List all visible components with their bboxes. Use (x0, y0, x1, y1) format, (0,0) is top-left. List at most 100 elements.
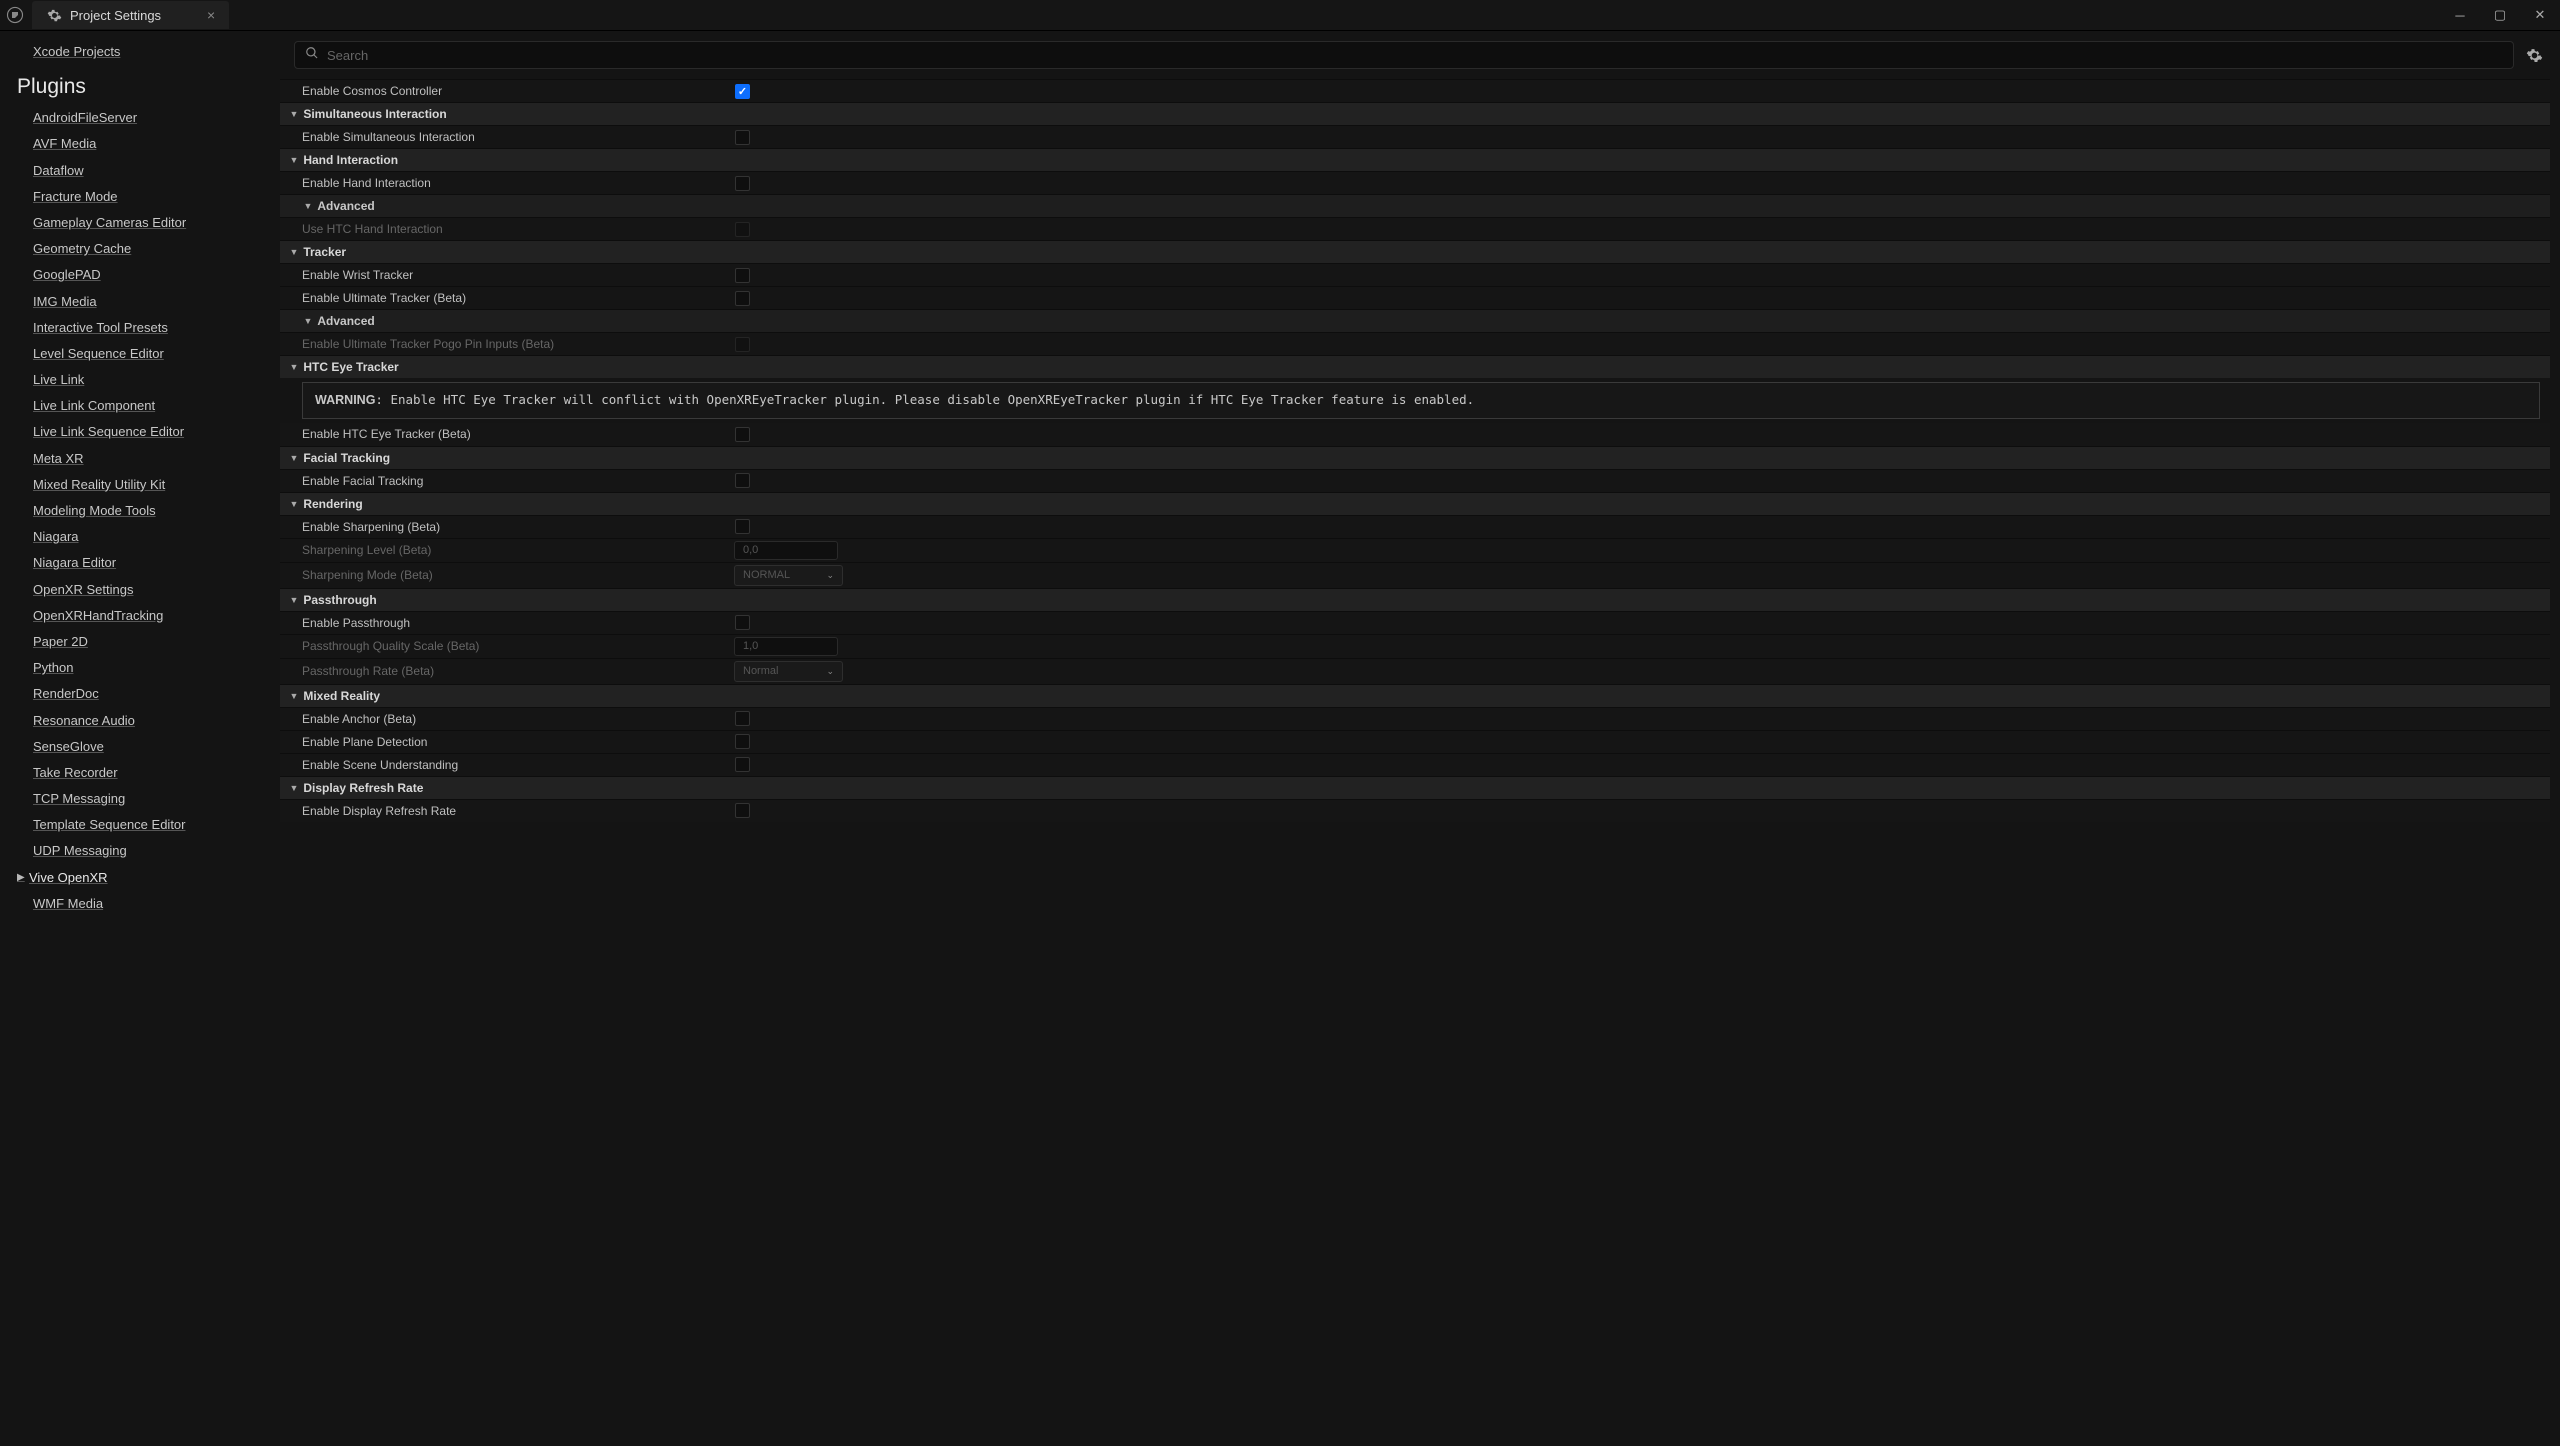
checkbox-enable-plane[interactable] (735, 734, 750, 749)
collapse-arrow-icon[interactable]: ▼ (288, 362, 300, 372)
collapse-arrow-icon[interactable]: ▼ (288, 453, 300, 463)
tab-title: Project Settings (70, 8, 161, 23)
prop-label: Enable Cosmos Controller (280, 84, 442, 98)
collapse-arrow-icon[interactable]: ▼ (302, 201, 314, 211)
checkbox-enable-passthrough[interactable] (735, 615, 750, 630)
settings-rows[interactable]: Enable Cosmos Controller ▼ Simultaneous … (280, 79, 2560, 1446)
maximize-button[interactable]: ▢ (2480, 0, 2520, 30)
collapse-arrow-icon[interactable]: ▼ (288, 247, 300, 257)
sidebar-item[interactable]: Live Link (33, 367, 280, 393)
checkbox-enable-facial[interactable] (735, 473, 750, 488)
sidebar-item[interactable]: RenderDoc (33, 681, 280, 707)
checkbox-enable-eye[interactable] (735, 427, 750, 442)
prop-label: Enable HTC Eye Tracker (Beta) (280, 427, 471, 441)
sidebar-item[interactable]: Take Recorder (33, 760, 280, 786)
sidebar-item[interactable]: Modeling Mode Tools (33, 498, 280, 524)
prop-label: Enable Wrist Tracker (280, 268, 413, 282)
collapse-arrow-icon[interactable]: ▼ (302, 316, 314, 326)
subcategory-label: Advanced (317, 314, 374, 328)
checkbox-enable-hand[interactable] (735, 176, 750, 191)
prop-label: Enable Ultimate Tracker Pogo Pin Inputs … (280, 337, 554, 351)
sidebar-item[interactable]: Live Link Component (33, 393, 280, 419)
category-label: HTC Eye Tracker (303, 360, 398, 374)
checkbox-enable-sharpening[interactable] (735, 519, 750, 534)
settings-gear-button[interactable] (2522, 43, 2546, 67)
checkbox-enable-ultimate[interactable] (735, 291, 750, 306)
sidebar-item[interactable]: Paper 2D (33, 629, 280, 655)
sidebar-item-label: Vive OpenXR (29, 869, 108, 887)
sidebar-item[interactable]: SenseGlove (33, 734, 280, 760)
collapse-arrow-icon[interactable]: ▼ (288, 595, 300, 605)
sidebar-item[interactable]: AndroidFileServer (33, 105, 280, 131)
gear-icon (46, 7, 62, 23)
checkbox-enable-simultaneous[interactable] (735, 130, 750, 145)
sidebar-section-plugins: Plugins (17, 75, 280, 99)
sidebar-item[interactable]: Interactive Tool Presets (33, 315, 280, 341)
checkbox-enable-pogo (735, 337, 750, 352)
category-label: Mixed Reality (303, 689, 380, 703)
sidebar-item[interactable]: Niagara Editor (33, 550, 280, 576)
sidebar-item[interactable]: Resonance Audio (33, 708, 280, 734)
checkbox-enable-display-refresh[interactable] (735, 803, 750, 818)
warning-message: WARNING: Enable HTC Eye Tracker will con… (302, 382, 2540, 419)
sidebar-item[interactable]: IMG Media (33, 289, 280, 315)
sidebar-item[interactable]: UDP Messaging (33, 838, 280, 864)
category-label: Hand Interaction (303, 153, 398, 167)
prop-label: Passthrough Quality Scale (Beta) (280, 639, 479, 653)
collapse-arrow-icon[interactable]: ▼ (288, 499, 300, 509)
search-field[interactable] (327, 48, 2503, 63)
settings-panel: Enable Cosmos Controller ▼ Simultaneous … (280, 31, 2560, 1446)
checkbox-enable-cosmos[interactable] (735, 84, 750, 99)
sidebar-item[interactable]: WMF Media (33, 891, 280, 917)
window-controls: ─ ▢ ✕ (2440, 0, 2560, 30)
sidebar-item[interactable]: Meta XR (33, 446, 280, 472)
category-sidebar[interactable]: Xcode Projects Plugins AndroidFileServer… (0, 31, 280, 1446)
category-label: Display Refresh Rate (303, 781, 423, 795)
sidebar-item[interactable]: TCP Messaging (33, 786, 280, 812)
sidebar-item[interactable]: Geometry Cache (33, 236, 280, 262)
sidebar-item-xcode[interactable]: Xcode Projects (33, 39, 280, 65)
collapse-arrow-icon[interactable]: ▼ (288, 691, 300, 701)
checkbox-enable-scene[interactable] (735, 757, 750, 772)
prop-label: Enable Ultimate Tracker (Beta) (280, 291, 466, 305)
collapse-arrow-icon[interactable]: ▼ (288, 109, 300, 119)
prop-label: Passthrough Rate (Beta) (280, 664, 434, 678)
minimize-button[interactable]: ─ (2440, 0, 2480, 30)
checkbox-use-htc-hand (735, 222, 750, 237)
sidebar-item[interactable]: Template Sequence Editor (33, 812, 280, 838)
sidebar-item[interactable]: Fracture Mode (33, 184, 280, 210)
sidebar-item[interactable]: Niagara (33, 524, 280, 550)
ue-logo-icon (0, 0, 30, 30)
sidebar-item[interactable]: OpenXR Settings (33, 577, 280, 603)
prop-label: Enable Sharpening (Beta) (280, 520, 440, 534)
sidebar-item[interactable]: GooglePAD (33, 262, 280, 288)
collapse-arrow-icon[interactable]: ▼ (288, 783, 300, 793)
dropdown-passthrough-rate: Normal⌄ (734, 661, 843, 682)
sidebar-item[interactable]: Live Link Sequence Editor (33, 419, 280, 445)
category-label: Rendering (303, 497, 362, 511)
triangle-right-icon: ▶ (17, 871, 25, 885)
sidebar-item[interactable]: Python (33, 655, 280, 681)
tab-project-settings[interactable]: Project Settings × (32, 1, 229, 29)
checkbox-enable-wrist[interactable] (735, 268, 750, 283)
collapse-arrow-icon[interactable]: ▼ (288, 155, 300, 165)
sidebar-item[interactable]: AVF Media (33, 131, 280, 157)
prop-label: Enable Simultaneous Interaction (280, 130, 475, 144)
checkbox-enable-anchor[interactable] (735, 711, 750, 726)
category-label: Passthrough (303, 593, 376, 607)
close-button[interactable]: ✕ (2520, 0, 2560, 30)
sidebar-item[interactable]: Gameplay Cameras Editor (33, 210, 280, 236)
sidebar-item[interactable]: Mixed Reality Utility Kit (33, 472, 280, 498)
tab-close-icon[interactable]: × (207, 7, 215, 23)
sidebar-item-selected[interactable]: ▶ Vive OpenXR (17, 865, 280, 891)
sidebar-item[interactable]: Dataflow (33, 158, 280, 184)
category-label: Simultaneous Interaction (303, 107, 446, 121)
sidebar-item[interactable]: Level Sequence Editor (33, 341, 280, 367)
sidebar-item[interactable]: OpenXRHandTracking (33, 603, 280, 629)
prop-label: Use HTC Hand Interaction (280, 222, 443, 236)
search-input[interactable] (294, 41, 2514, 69)
prop-label: Enable Scene Understanding (280, 758, 458, 772)
input-passthrough-quality: 1,0 (734, 637, 838, 656)
chevron-down-icon: ⌄ (826, 666, 834, 677)
prop-label: Enable Hand Interaction (280, 176, 431, 190)
